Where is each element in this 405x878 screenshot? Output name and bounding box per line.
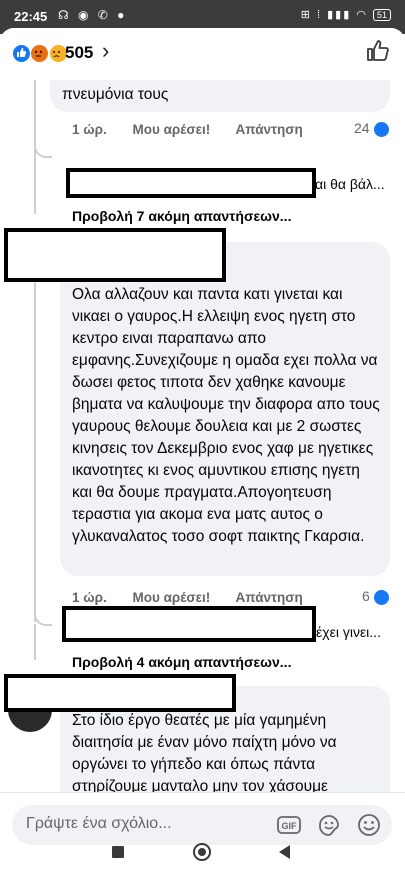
reaction-count[interactable]: 505 bbox=[65, 43, 93, 63]
like-button[interactable]: Μου αρέσει! bbox=[133, 590, 211, 605]
status-time: 22:45 bbox=[14, 9, 48, 24]
like-thumb-icon[interactable] bbox=[365, 38, 391, 64]
comment-text: Ολα αλλαζουν και παντα κατι γινεται και … bbox=[72, 286, 380, 545]
reaction-total: 24 bbox=[354, 120, 370, 136]
comments-sheet: 505 › πνευμόνια τους 1 ώρ. Μου αρέσει! Α… bbox=[0, 28, 405, 878]
reply-connector bbox=[34, 142, 52, 158]
reaction-summary[interactable]: 24 bbox=[354, 120, 390, 138]
comment-bubble[interactable]: Ολα αλλαζουν και παντα κατι γινεται και … bbox=[60, 242, 390, 576]
like-reaction-icon bbox=[12, 44, 31, 63]
notification-icons: ☊ ◉ ✆ ● bbox=[58, 8, 128, 22]
thread-line bbox=[34, 624, 36, 660]
view-more-replies[interactable]: Προβολή 7 ακόμη απαντήσεων... bbox=[72, 208, 291, 224]
comment-placeholder: Γράψτε ένα σχόλιο... bbox=[26, 815, 172, 832]
chevron-right-icon[interactable]: › bbox=[102, 38, 109, 64]
comments-list[interactable]: πνευμόνια τους 1 ώρ. Μου αρέσει! Απάντησ… bbox=[0, 80, 405, 792]
reaction-summary[interactable]: 6 bbox=[362, 588, 390, 606]
view-more-replies[interactable]: Προβολή 4 ακόμη απαντήσεων... bbox=[72, 654, 291, 670]
reactions-header: 505 › bbox=[0, 28, 405, 80]
reply-button[interactable]: Απάντηση bbox=[236, 590, 303, 605]
gif-label: GIF bbox=[282, 821, 298, 831]
comment-text: Στο ίδιο έργο θεατές με μία γαμημένη δια… bbox=[72, 712, 337, 792]
comment-actions: 1 ώρ. Μου αρέσει! Απάντηση bbox=[72, 122, 325, 137]
signal-icon: ⊞ ⁞ ▮▮▮ ◠ bbox=[300, 9, 368, 21]
emoji-icon[interactable] bbox=[356, 812, 382, 838]
sticker-icon[interactable] bbox=[316, 812, 342, 838]
angry-reaction-icon bbox=[30, 44, 50, 63]
comment-input[interactable]: Γράψτε ένα σχόλιο... GIF bbox=[12, 805, 392, 845]
like-button[interactable]: Μου αρέσει! bbox=[133, 122, 211, 137]
recent-apps-icon[interactable] bbox=[112, 846, 124, 858]
thread-line bbox=[34, 156, 36, 214]
reply-snippet[interactable]: έχει γινει... bbox=[316, 624, 381, 640]
gif-icon[interactable]: GIF bbox=[276, 812, 302, 838]
comment-text: πνευμόνια τους bbox=[62, 86, 169, 103]
comment-time[interactable]: 1 ώρ. bbox=[72, 590, 107, 605]
comment-actions: 1 ώρ. Μου αρέσει! Απάντηση bbox=[72, 590, 325, 605]
comment-time[interactable]: 1 ώρ. bbox=[72, 122, 107, 137]
reply-snippet[interactable]: ναι θα βάλ... bbox=[308, 176, 385, 192]
like-reaction-icon bbox=[372, 120, 390, 138]
android-nav-bar bbox=[0, 843, 405, 876]
reaction-total: 6 bbox=[362, 588, 370, 604]
back-icon[interactable] bbox=[279, 845, 290, 859]
reply-button[interactable]: Απάντηση bbox=[236, 122, 303, 137]
home-icon[interactable] bbox=[193, 843, 211, 861]
system-icons: ⊞ ⁞ ▮▮▮ ◠ 51 bbox=[301, 8, 391, 21]
comment-bubble[interactable]: πνευμόνια τους bbox=[50, 80, 390, 112]
battery-icon: 51 bbox=[372, 9, 391, 21]
redacted-reply-author bbox=[66, 168, 316, 198]
redacted-commenter bbox=[4, 674, 236, 712]
thread-line bbox=[34, 280, 36, 622]
reply-connector bbox=[34, 610, 52, 626]
like-reaction-icon bbox=[372, 588, 390, 606]
redacted-commenter bbox=[4, 228, 226, 282]
reaction-icons[interactable] bbox=[12, 44, 68, 63]
redacted-reply-author bbox=[62, 606, 316, 642]
